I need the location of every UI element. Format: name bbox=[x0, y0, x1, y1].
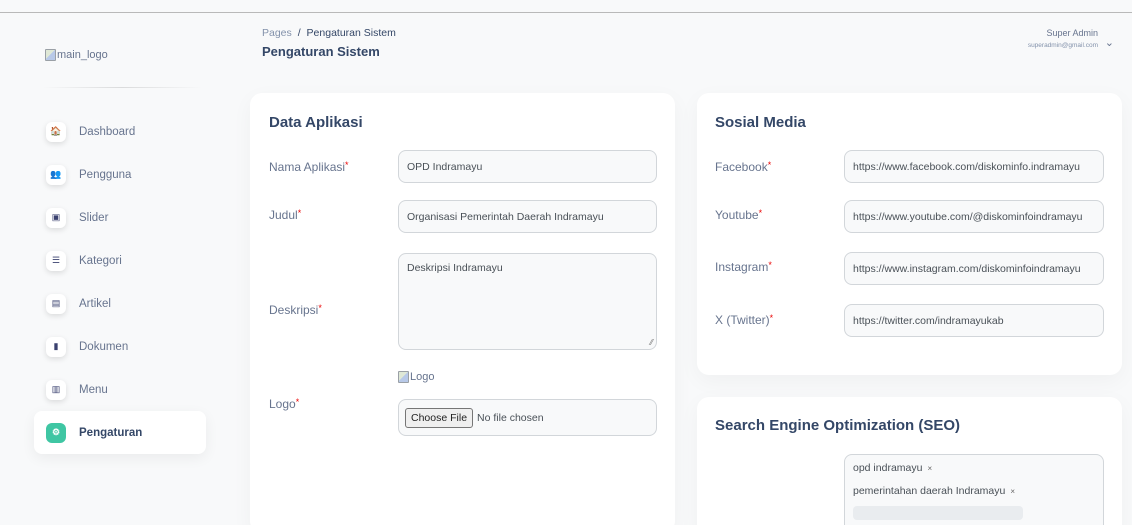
logo-file-input[interactable]: Choose File No file chosen bbox=[398, 399, 657, 436]
twitter-label: X (Twitter)* bbox=[715, 313, 774, 327]
article-icon: ▤ bbox=[46, 293, 66, 314]
deskripsi-text: Deskripsi Indramayu bbox=[407, 262, 503, 274]
user-name: Super Admin bbox=[1046, 28, 1098, 38]
broken-image-icon bbox=[45, 49, 56, 61]
deskripsi-label: Deskripsi* bbox=[269, 303, 322, 317]
home-icon: 🏠 bbox=[46, 121, 66, 142]
seo-title: Search Engine Optimization (SEO) bbox=[715, 417, 961, 434]
sidebar-item-label: Slider bbox=[79, 211, 109, 224]
facebook-input[interactable]: https://www.facebook.com/diskominfo.indr… bbox=[844, 150, 1104, 183]
document-icon: ▮ bbox=[46, 336, 66, 357]
remove-tag-icon[interactable]: × bbox=[927, 464, 932, 473]
sidebar-item-pengaturan[interactable]: ⚙ Pengaturan bbox=[34, 411, 206, 454]
sidebar-item-pengguna[interactable]: 👥 Pengguna bbox=[34, 153, 206, 196]
sidebar-nav: 🏠 Dashboard 👥 Pengguna ▣ Slider ☰ Katego… bbox=[34, 110, 206, 454]
sosial-media-title: Sosial Media bbox=[715, 114, 806, 131]
image-icon: ▣ bbox=[46, 207, 66, 228]
keyword-tag-partial bbox=[853, 506, 1023, 520]
logo-preview: Logo bbox=[398, 371, 434, 383]
youtube-input[interactable]: https://www.youtube.com/@diskominfoindra… bbox=[844, 200, 1104, 233]
instagram-label: Instagram* bbox=[715, 260, 772, 274]
user-menu[interactable]: Super Admin superadmin@gmail.com bbox=[1028, 28, 1098, 49]
facebook-label: Facebook* bbox=[715, 160, 772, 174]
sidebar-item-slider[interactable]: ▣ Slider bbox=[34, 196, 206, 239]
chevron-down-icon[interactable]: ⌄ bbox=[1105, 36, 1114, 49]
sidebar-item-dashboard[interactable]: 🏠 Dashboard bbox=[34, 110, 206, 153]
main-logo-alt: main_logo bbox=[57, 49, 108, 61]
sidebar-item-label: Pengaturan bbox=[79, 426, 143, 439]
user-email: superadmin@gmail.com bbox=[1027, 42, 1098, 49]
breadcrumb-root[interactable]: Pages bbox=[262, 27, 292, 39]
resize-handle-icon[interactable]: ⁄⁄ bbox=[650, 338, 653, 347]
choose-file-button[interactable]: Choose File bbox=[405, 407, 474, 428]
sidebar-item-label: Dashboard bbox=[79, 125, 136, 138]
sidebar-item-dokumen[interactable]: ▮ Dokumen bbox=[34, 325, 206, 368]
data-aplikasi-title: Data Aplikasi bbox=[269, 114, 363, 131]
breadcrumb: Pages / Pengaturan Sistem bbox=[262, 27, 396, 39]
seo-card: Search Engine Optimization (SEO) opd ind… bbox=[697, 397, 1122, 525]
page-title: Pengaturan Sistem bbox=[262, 44, 380, 59]
logo-preview-alt: Logo bbox=[410, 371, 435, 383]
sidebar-item-label: Kategori bbox=[79, 254, 122, 267]
broken-image-icon bbox=[398, 371, 409, 383]
keyword-tag: pemerintahan daerah Indramayu × bbox=[853, 485, 1016, 497]
youtube-label: Youtube* bbox=[715, 208, 763, 222]
gears-icon: ⚙ bbox=[46, 422, 66, 443]
instagram-input[interactable]: https://www.instagram.com/diskominfoindr… bbox=[844, 252, 1104, 285]
sidebar-item-label: Dokumen bbox=[79, 340, 129, 353]
data-aplikasi-card: Data Aplikasi Nama Aplikasi* OPD Indrama… bbox=[250, 93, 675, 525]
sidebar-item-label: Artikel bbox=[79, 297, 111, 310]
judul-label: Judul* bbox=[269, 208, 302, 222]
nama-aplikasi-label: Nama Aplikasi* bbox=[269, 160, 349, 174]
menu-icon: ▥ bbox=[46, 379, 66, 400]
logo-label: Logo* bbox=[269, 397, 300, 411]
sidebar: main_logo 🏠 Dashboard 👥 Pengguna ▣ Slide… bbox=[28, 13, 212, 525]
users-icon: 👥 bbox=[46, 164, 66, 185]
sosial-media-card: Sosial Media Facebook* https://www.faceb… bbox=[697, 93, 1122, 375]
sidebar-item-label: Menu bbox=[79, 383, 108, 396]
nama-aplikasi-input[interactable]: OPD Indramayu bbox=[398, 150, 657, 183]
sidebar-item-menu[interactable]: ▥ Menu bbox=[34, 368, 206, 411]
sidebar-item-artikel[interactable]: ▤ Artikel bbox=[34, 282, 206, 325]
keyword-tag: opd indramayu × bbox=[853, 462, 933, 474]
sidebar-item-kategori[interactable]: ☰ Kategori bbox=[34, 239, 206, 282]
remove-tag-icon[interactable]: × bbox=[1010, 487, 1015, 496]
breadcrumb-current: Pengaturan Sistem bbox=[306, 27, 396, 39]
deskripsi-textarea[interactable]: Deskripsi Indramayu ⁄⁄ bbox=[398, 253, 657, 350]
sidebar-item-label: Pengguna bbox=[79, 168, 132, 181]
main-logo[interactable]: main_logo bbox=[45, 49, 108, 61]
sidebar-divider bbox=[42, 87, 202, 88]
twitter-input[interactable]: https://twitter.com/indramayukab bbox=[844, 304, 1104, 337]
breadcrumb-separator: / bbox=[297, 27, 301, 39]
file-status: No file chosen bbox=[477, 411, 544, 424]
seo-keywords-input[interactable]: opd indramayu × pemerintahan daerah Indra… bbox=[844, 454, 1104, 525]
judul-input[interactable]: Organisasi Pemerintah Daerah Indramayu bbox=[398, 200, 657, 233]
list-icon: ☰ bbox=[46, 250, 66, 271]
